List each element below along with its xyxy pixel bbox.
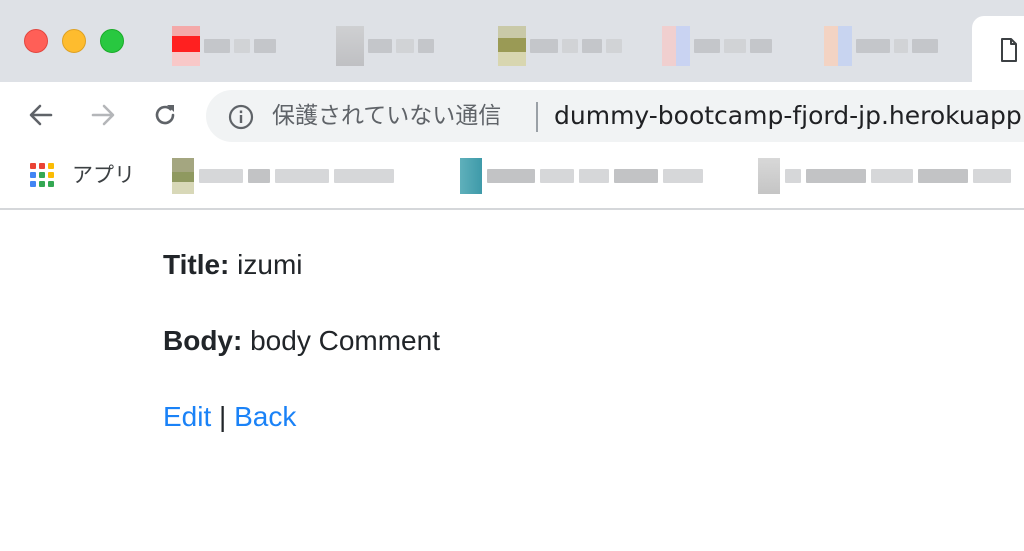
apps-bookmark-label[interactable]: アプリ <box>72 162 135 188</box>
bookmark-blurred[interactable] <box>758 158 1011 194</box>
edit-link[interactable]: Edit <box>163 401 211 432</box>
tab-blurred[interactable] <box>662 26 772 66</box>
address-bar[interactable]: 保護されていない通信 dummy-bootcamp-fjord-jp.herok… <box>206 90 1024 142</box>
browser-toolbar: 保護されていない通信 dummy-bootcamp-fjord-jp.herok… <box>0 82 1024 148</box>
favicon-blurred <box>336 26 364 66</box>
tab-blurred[interactable] <box>336 26 434 66</box>
favicon-blurred <box>758 158 780 194</box>
favicon-blurred <box>172 158 194 194</box>
back-button[interactable] <box>24 98 58 132</box>
title-row: Title: izumi <box>163 246 303 284</box>
tab-blurred[interactable] <box>172 26 276 66</box>
reload-button[interactable] <box>148 98 182 132</box>
reload-icon <box>155 105 175 125</box>
url-text[interactable]: dummy-bootcamp-fjord-jp.herokuapp <box>554 101 1022 131</box>
back-link[interactable]: Back <box>234 401 296 432</box>
title-label: Title: <box>163 249 230 280</box>
address-bar-divider <box>536 102 538 132</box>
body-row: Body: body Comment <box>163 322 440 360</box>
action-links: Edit | Back <box>163 398 296 436</box>
minimize-window-button[interactable] <box>62 29 86 53</box>
bookmark-blurred[interactable] <box>460 158 703 194</box>
active-tab[interactable] <box>972 16 1024 82</box>
apps-grid-icon[interactable] <box>30 163 54 187</box>
tab-blurred[interactable] <box>824 26 938 66</box>
title-value: izumi <box>237 249 303 280</box>
favicon-blurred <box>498 26 526 66</box>
favicon-blurred <box>172 26 200 66</box>
info-icon[interactable] <box>228 104 254 130</box>
tab-strip <box>0 0 1024 82</box>
link-separator: | <box>219 401 227 432</box>
body-value: body Comment <box>250 325 440 356</box>
security-status-text[interactable]: 保護されていない通信 <box>272 102 501 130</box>
bookmark-blurred[interactable] <box>172 158 394 194</box>
close-window-button[interactable] <box>24 29 48 53</box>
arrow-right-icon <box>91 104 115 126</box>
zoom-window-button[interactable] <box>100 29 124 53</box>
page-content: Title: izumi Body: body Comment Edit | B… <box>163 246 440 432</box>
favicon-blurred <box>460 158 482 194</box>
favicon-blurred <box>662 26 690 66</box>
body-label: Body: <box>163 325 243 356</box>
tab-blurred[interactable] <box>498 26 622 66</box>
bookmarks-bar: アプリ <box>0 148 1024 210</box>
document-icon <box>1001 38 1017 62</box>
favicon-blurred <box>824 26 852 66</box>
arrow-left-icon <box>29 104 53 126</box>
forward-button[interactable] <box>86 98 120 132</box>
